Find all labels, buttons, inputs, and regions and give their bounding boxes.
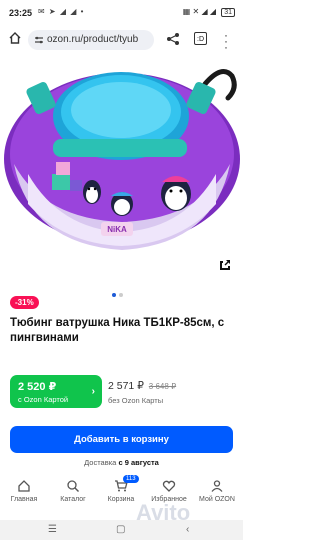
status-right: ▦ ✕ ◢ ◢ 31: [183, 7, 235, 17]
home-icon[interactable]: [8, 31, 22, 45]
penguin-right: [161, 176, 191, 211]
site-info-icon[interactable]: [34, 35, 44, 45]
chevron-right-icon: ›: [91, 386, 95, 397]
catalog-icon: [67, 480, 79, 492]
nav-cart[interactable]: 113 Корзина: [97, 474, 145, 503]
system-navigation-bar: ☰ ▢ ‹: [0, 520, 243, 540]
share-icon[interactable]: [166, 32, 180, 46]
profile-icon: [211, 480, 223, 492]
delivery-prefix: Доставка: [84, 458, 117, 467]
back-icon[interactable]: ‹: [186, 524, 189, 535]
home-icon: [18, 480, 30, 492]
system-home-icon[interactable]: ▢: [116, 524, 125, 535]
carousel-dot-active[interactable]: [112, 293, 116, 297]
ozon-card-label: с Ozon Картой: [18, 395, 69, 404]
regular-price-label: без Ozon Карты: [108, 396, 164, 405]
tabs-button[interactable]: :D: [194, 32, 207, 45]
cart-count-badge: 113: [123, 475, 139, 483]
nav-label: Мой OZON: [199, 496, 235, 503]
delivery-info: Доставка с 9 августа: [0, 458, 243, 467]
recent-apps-icon[interactable]: ☰: [48, 524, 57, 535]
heart-icon: [162, 480, 176, 492]
penguin-center: [111, 192, 133, 216]
nav-favorites[interactable]: Избранное: [145, 474, 193, 503]
penguin-left: [83, 180, 101, 204]
delivery-date: с 9 августа: [118, 458, 159, 467]
tubing-illustration: NiKA: [0, 54, 243, 284]
old-price: 3 648 ₽: [148, 382, 177, 391]
nav-label: Каталог: [60, 496, 86, 503]
nav-home[interactable]: Главная: [0, 474, 48, 503]
notification-icons: ✉ ➤ ◢ ◢ •: [38, 7, 85, 16]
status-time: 23:25: [9, 8, 33, 18]
nav-catalog[interactable]: Каталог: [49, 474, 97, 503]
regular-price-value: 2 571 ₽: [108, 380, 144, 392]
status-bar: 23:25 ✉ ➤ ◢ ◢ • ▦ ✕ ◢ ◢ 31: [0, 0, 243, 26]
product-title: Тюбинг ватрушка Ника ТБ1КР-85см, с пингв…: [10, 317, 225, 344]
url-text[interactable]: ozon.ru/product/tyub: [47, 34, 152, 45]
brand-logo: NiKA: [107, 225, 127, 234]
nav-profile[interactable]: Мой OZON: [193, 474, 241, 503]
browser-toolbar: ozon.ru/product/tyub :D · · ·: [0, 26, 243, 54]
carousel-dot[interactable]: [119, 293, 123, 297]
ozon-card-price-button[interactable]: 2 520 ₽ с Ozon Картой ›: [10, 375, 102, 408]
ar-view-icon[interactable]: [215, 255, 235, 275]
more-menu-icon[interactable]: · · ·: [224, 29, 230, 53]
nav-label: Главная: [10, 496, 38, 503]
discount-badge: -31%: [10, 296, 39, 309]
product-image[interactable]: NiKA: [0, 54, 243, 284]
image-carousel-dots: [112, 284, 126, 302]
add-to-cart-button[interactable]: Добавить в корзину: [10, 426, 233, 453]
battery-indicator: 31: [221, 8, 235, 17]
bottom-navigation: Главная Каталог 113 Корзина Избранное Мо…: [0, 468, 243, 518]
ozon-card-price: 2 520 ₽: [18, 381, 57, 393]
regular-price: 2 571 ₽ 3 648 ₽: [108, 380, 176, 392]
